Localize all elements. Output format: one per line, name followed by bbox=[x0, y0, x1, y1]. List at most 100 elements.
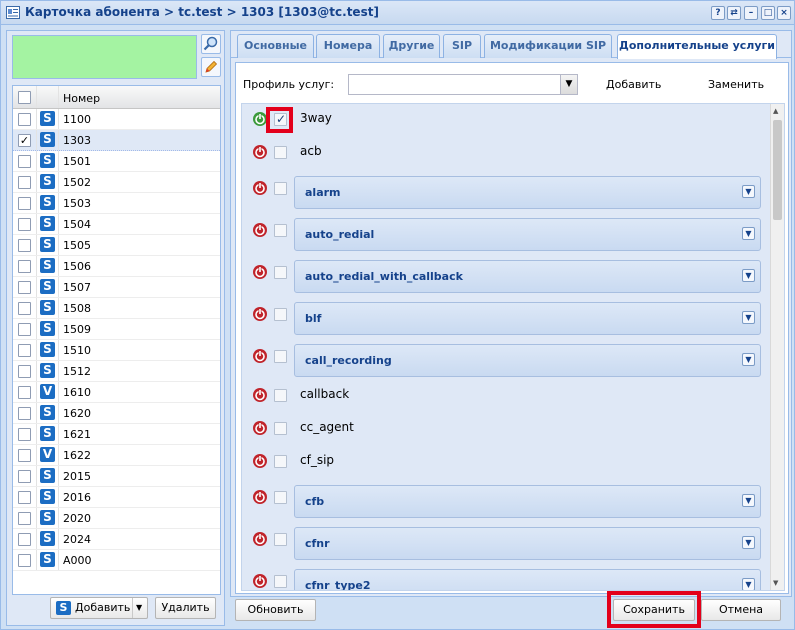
table-row[interactable]: S 1506 bbox=[13, 256, 220, 277]
row-checkbox[interactable] bbox=[18, 323, 31, 336]
row-checkbox[interactable] bbox=[18, 344, 31, 357]
row-checkbox[interactable] bbox=[18, 176, 31, 189]
service-group[interactable]: cfnr_type2 ▼ bbox=[294, 569, 761, 590]
row-checkbox[interactable] bbox=[18, 260, 31, 273]
row-checkbox[interactable] bbox=[18, 113, 31, 126]
tab-other[interactable]: Другие bbox=[383, 34, 440, 58]
power-icon[interactable] bbox=[252, 420, 268, 436]
table-row[interactable]: S 1512 bbox=[13, 361, 220, 382]
power-icon[interactable] bbox=[252, 222, 268, 238]
chevron-down-icon[interactable]: ▼ bbox=[742, 269, 755, 282]
service-group[interactable]: blf ▼ bbox=[294, 302, 761, 335]
chevron-down-icon[interactable]: ▼ bbox=[742, 311, 755, 324]
chevron-down-icon[interactable]: ▼ bbox=[742, 227, 755, 240]
table-row[interactable]: S 1505 bbox=[13, 235, 220, 256]
row-checkbox[interactable] bbox=[18, 512, 31, 525]
table-row[interactable]: S 1501 bbox=[13, 151, 220, 172]
table-row[interactable]: S 2016 bbox=[13, 487, 220, 508]
chevron-down-icon[interactable]: ▼ bbox=[560, 75, 577, 94]
power-icon[interactable] bbox=[252, 387, 268, 403]
power-icon[interactable] bbox=[252, 348, 268, 364]
tab-sip[interactable]: SIP bbox=[443, 34, 481, 58]
chevron-down-icon[interactable]: ▼ bbox=[742, 353, 755, 366]
maximize-icon[interactable]: □ bbox=[761, 6, 775, 20]
power-icon[interactable] bbox=[252, 144, 268, 160]
service-checkbox[interactable] bbox=[274, 146, 287, 159]
table-row[interactable]: S 1502 bbox=[13, 172, 220, 193]
service-group[interactable]: auto_redial ▼ bbox=[294, 218, 761, 251]
row-checkbox[interactable] bbox=[18, 365, 31, 378]
power-icon[interactable] bbox=[252, 489, 268, 505]
search-button[interactable] bbox=[201, 34, 221, 54]
profile-select[interactable]: ▼ bbox=[348, 74, 578, 95]
service-checkbox[interactable] bbox=[274, 422, 287, 435]
row-checkbox[interactable] bbox=[18, 239, 31, 252]
tab-additional-services[interactable]: Дополнительные услуги bbox=[617, 34, 777, 59]
table-row[interactable]: S 1510 bbox=[13, 340, 220, 361]
scroll-thumb[interactable] bbox=[773, 120, 782, 220]
tab-sip-modifications[interactable]: Модификации SIP bbox=[484, 34, 612, 58]
service-checkbox[interactable] bbox=[274, 182, 287, 195]
chevron-down-icon[interactable]: ▼ bbox=[742, 185, 755, 198]
refresh-window-icon[interactable]: ⇄ bbox=[727, 6, 741, 20]
service-checkbox[interactable] bbox=[274, 575, 287, 588]
row-checkbox[interactable] bbox=[18, 155, 31, 168]
table-row[interactable]: S 1508 bbox=[13, 298, 220, 319]
service-checkbox[interactable] bbox=[274, 491, 287, 504]
service-checkbox[interactable] bbox=[274, 533, 287, 546]
row-checkbox[interactable] bbox=[18, 281, 31, 294]
service-group[interactable]: cfb ▼ bbox=[294, 485, 761, 518]
row-checkbox[interactable] bbox=[18, 428, 31, 441]
table-row[interactable]: S 2024 bbox=[13, 529, 220, 550]
row-checkbox[interactable] bbox=[18, 533, 31, 546]
service-group[interactable]: auto_redial_with_callback ▼ bbox=[294, 260, 761, 293]
table-row[interactable]: S A000 bbox=[13, 550, 220, 571]
minimize-icon[interactable]: – bbox=[744, 6, 758, 20]
row-checkbox[interactable] bbox=[18, 449, 31, 462]
service-checkbox[interactable] bbox=[274, 224, 287, 237]
table-row[interactable]: S 1503 bbox=[13, 193, 220, 214]
row-checkbox[interactable] bbox=[18, 218, 31, 231]
power-icon[interactable] bbox=[252, 180, 268, 196]
replace-profile-button[interactable]: Заменить bbox=[708, 78, 764, 91]
number-column-header[interactable]: Номер bbox=[63, 92, 100, 105]
refresh-button[interactable]: Обновить bbox=[235, 599, 316, 621]
row-checkbox[interactable] bbox=[18, 491, 31, 504]
select-all-checkbox[interactable] bbox=[18, 91, 31, 104]
row-checkbox[interactable] bbox=[18, 386, 31, 399]
add-number-button[interactable]: S Добавить ▼ bbox=[50, 597, 148, 619]
table-row[interactable]: S 1620 bbox=[13, 403, 220, 424]
title-bar[interactable]: Карточка абонента > tc.test > 1303 [1303… bbox=[1, 1, 794, 25]
table-row[interactable]: S 1507 bbox=[13, 277, 220, 298]
service-group[interactable]: alarm ▼ bbox=[294, 176, 761, 209]
row-checkbox[interactable] bbox=[18, 302, 31, 315]
service-checkbox[interactable] bbox=[274, 350, 287, 363]
table-row[interactable]: V 1622 bbox=[13, 445, 220, 466]
table-row[interactable]: S 1100 bbox=[13, 109, 220, 130]
row-checkbox[interactable] bbox=[18, 197, 31, 210]
chevron-down-icon[interactable]: ▼ bbox=[742, 536, 755, 549]
service-group[interactable]: cfnr ▼ bbox=[294, 527, 761, 560]
chevron-down-icon[interactable]: ▼ bbox=[742, 494, 755, 507]
service-checkbox[interactable] bbox=[274, 455, 287, 468]
search-field[interactable] bbox=[12, 35, 197, 79]
power-icon[interactable] bbox=[252, 531, 268, 547]
table-row[interactable]: V 1610 bbox=[13, 382, 220, 403]
power-icon[interactable] bbox=[252, 264, 268, 280]
table-row[interactable]: S 1621 bbox=[13, 424, 220, 445]
table-row[interactable]: S 1509 bbox=[13, 319, 220, 340]
delete-button[interactable]: Удалить bbox=[155, 597, 216, 619]
edit-button[interactable] bbox=[201, 57, 221, 77]
service-checkbox[interactable] bbox=[274, 266, 287, 279]
service-group[interactable]: call_recording ▼ bbox=[294, 344, 761, 377]
cancel-button[interactable]: Отмена bbox=[701, 599, 781, 621]
scroll-down-icon[interactable]: ▼ bbox=[773, 579, 778, 587]
service-checkbox[interactable] bbox=[274, 308, 287, 321]
table-row[interactable]: ✓ S 1303 bbox=[13, 130, 220, 151]
close-icon[interactable]: × bbox=[777, 6, 791, 20]
tab-basic[interactable]: Основные bbox=[237, 34, 314, 58]
service-checkbox[interactable] bbox=[274, 389, 287, 402]
power-icon[interactable] bbox=[252, 573, 268, 589]
power-icon[interactable] bbox=[252, 453, 268, 469]
chevron-down-icon[interactable]: ▼ bbox=[742, 578, 755, 590]
